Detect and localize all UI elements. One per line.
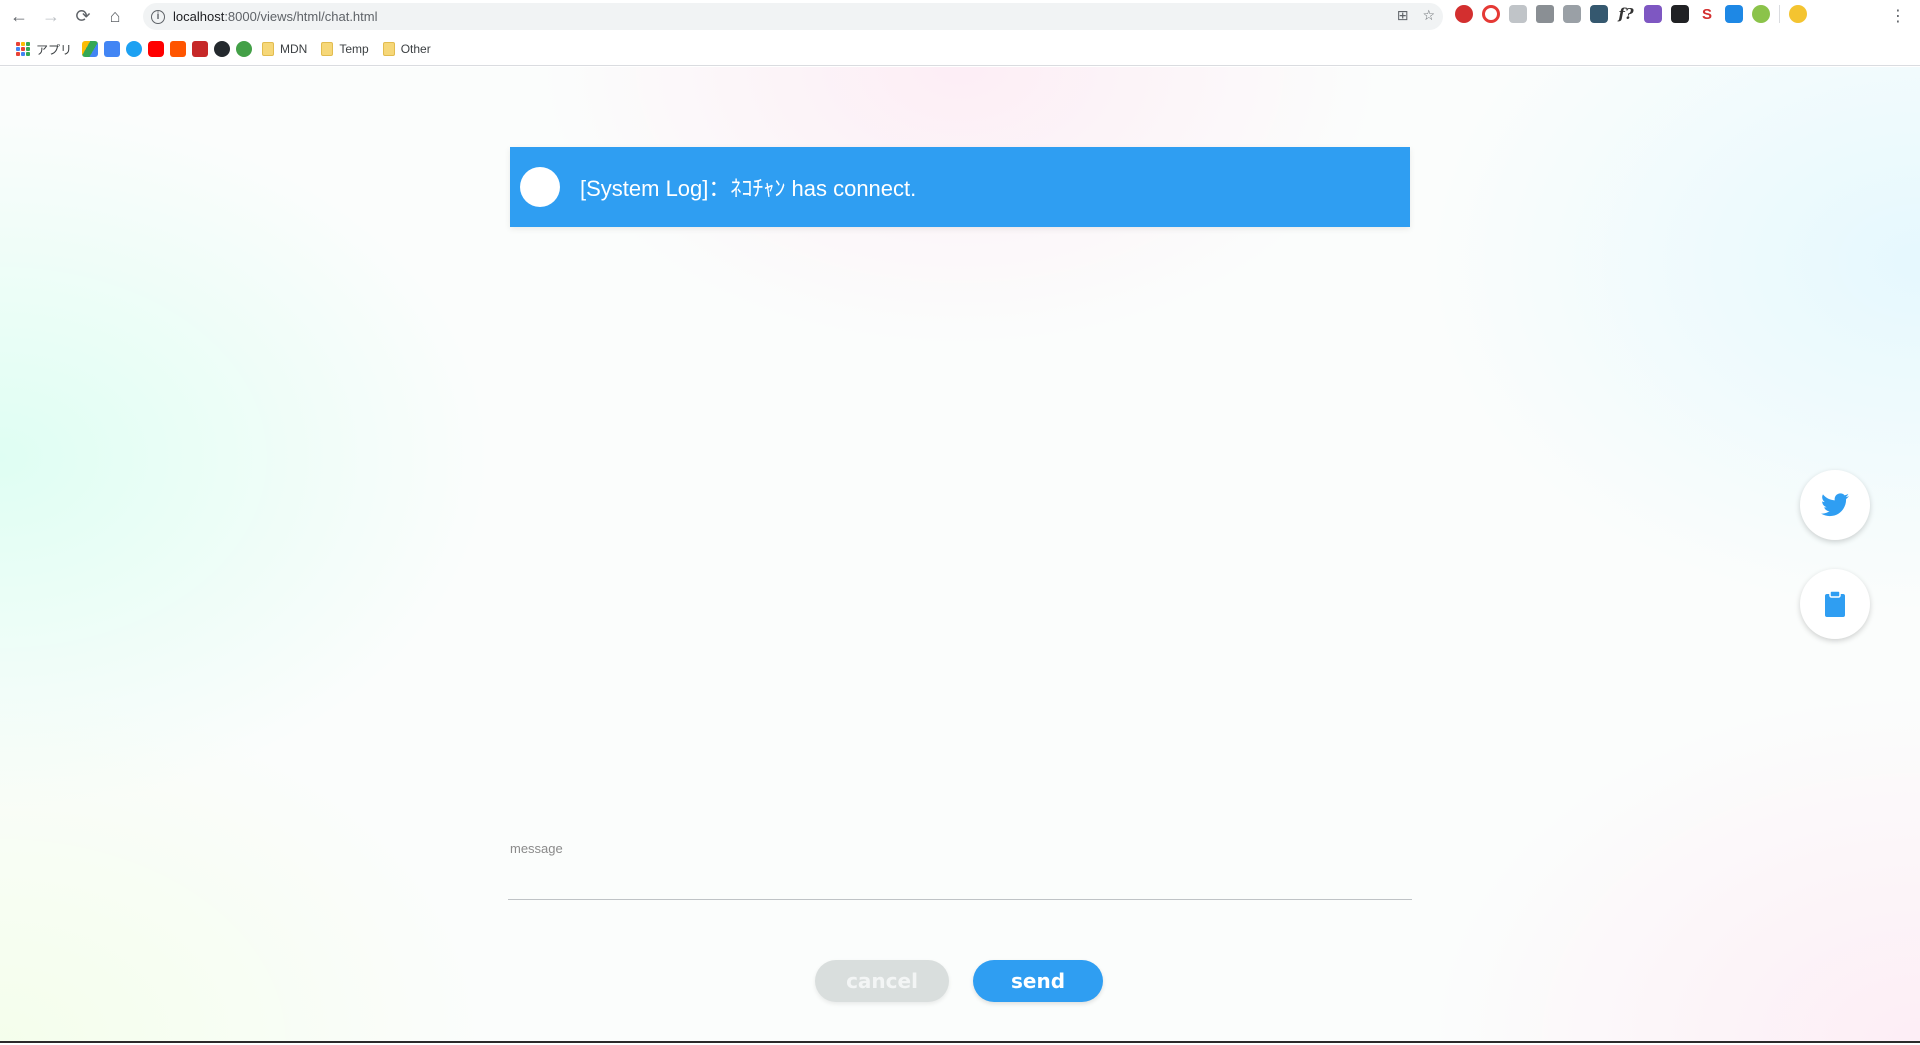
soundcloud-icon[interactable] [170,41,187,57]
url-text[interactable]: localhost:8000/views/html/chat.html [173,9,378,24]
shield-icon[interactable] [1752,5,1770,23]
fx-icon[interactable]: f? [1617,5,1635,23]
bookmarks-bar: アプリ MDN Temp Other [0,33,1920,66]
message-label: message [510,841,563,856]
apps-icon [16,42,30,56]
forward-icon[interactable]: → [38,4,64,30]
s-icon[interactable]: S [1698,5,1716,23]
bookmark-apps[interactable]: アプリ [12,37,76,61]
send-button[interactable]: send [973,960,1103,1002]
folder-label: MDN [280,42,308,56]
copy-to-clipboard-button[interactable] [1800,569,1870,639]
site-info-icon[interactable]: i [151,9,165,24]
folder-label: Temp [339,42,369,56]
bookmark-folder-mdn[interactable]: MDN [258,37,311,61]
folder-icon [321,42,334,56]
clipboard-icon [1825,590,1845,617]
lastpass-icon[interactable] [1455,5,1473,23]
mask-icon[interactable] [1671,5,1689,23]
bookmark-red-icon[interactable] [192,41,209,57]
bookmark-star-icon[interactable]: ☆ [1422,7,1435,24]
youtube-icon[interactable] [148,41,165,57]
chat-page: [System Log]：ﾈｺﾁｬﾝ has connect. message … [0,67,1920,1043]
message-composer: message [508,841,1412,900]
taskbar-edge [0,1041,1920,1043]
apps-label: アプリ [36,42,73,57]
extensions-bar: f? S [1455,5,1807,23]
url-path: :8000/views/html/chat.html [224,9,378,24]
browser-toolbar: ← → ⟳ ⌂ i localhost:8000/views/html/chat… [0,0,1920,33]
green-bookmark-icon[interactable] [236,41,253,57]
camera-icon[interactable] [1536,5,1554,23]
google-translate-icon[interactable] [104,41,121,57]
reload-icon[interactable]: ⟳ [70,4,96,30]
drive-icon[interactable] [82,41,99,57]
folder-icon [262,42,275,56]
bookmark-folder-temp[interactable]: Temp [317,37,372,61]
folder-label: Other [400,42,431,56]
avatar [520,167,560,207]
home-icon[interactable]: ⌂ [102,4,128,30]
translate-icon[interactable]: ⊞ [1397,7,1409,24]
address-bar[interactable]: i localhost:8000/views/html/chat.html ⊞ … [143,3,1443,30]
twitter-icon [1821,493,1849,517]
translate-ext-icon[interactable] [1725,5,1743,23]
back-icon[interactable]: ← [6,4,32,30]
cancel-button[interactable]: cancel [815,960,949,1002]
github-icon[interactable] [214,41,231,57]
log-message-text: [System Log]：ﾈｺﾁｬﾝ has connect. [580,176,917,201]
twitter-bookmark-icon[interactable] [126,41,143,57]
folder-icon [382,42,395,56]
book-icon[interactable] [1590,5,1608,23]
toolbar-divider [1779,5,1780,23]
avatar[interactable] [1789,5,1807,23]
message-input[interactable] [508,862,1412,900]
opera-icon[interactable] [1482,5,1500,23]
puzzle-icon[interactable] [1509,5,1527,23]
pen-icon[interactable] [1644,5,1662,23]
twitter-share-button[interactable] [1800,470,1870,540]
menu-icon[interactable]: ⋮ [1890,6,1906,26]
bookmark-folder-other[interactable]: Other [379,37,435,61]
system-log-message: [System Log]：ﾈｺﾁｬﾝ has connect. [510,147,1410,227]
url-host: localhost [173,9,225,24]
box-icon[interactable] [1563,5,1581,23]
